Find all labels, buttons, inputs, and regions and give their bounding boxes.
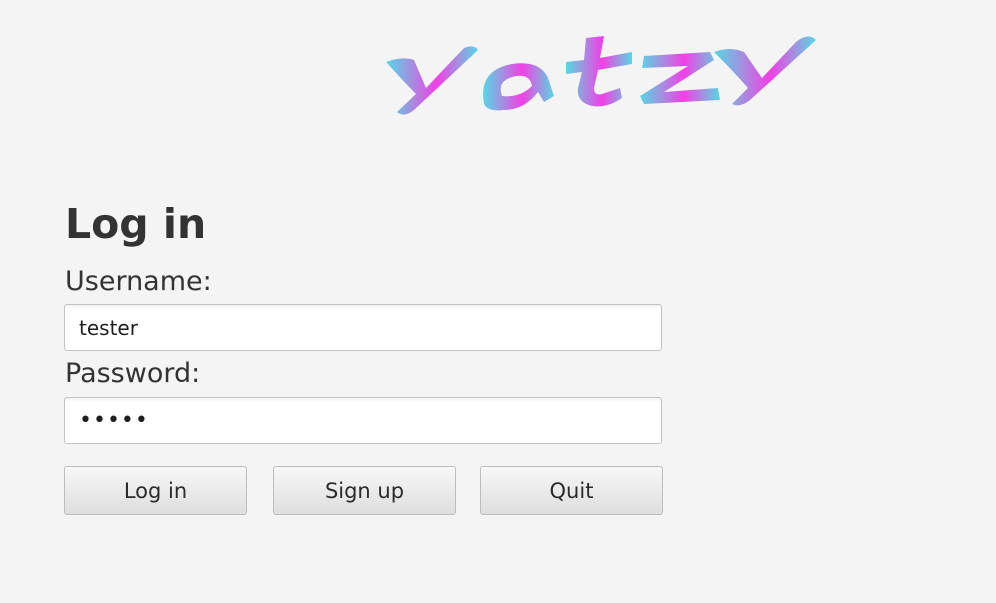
quit-button[interactable]: Quit	[480, 466, 663, 515]
username-field[interactable]	[64, 304, 662, 351]
yatzy-logo	[380, 30, 820, 120]
password-label: Password:	[65, 358, 201, 389]
login-button[interactable]: Log in	[64, 466, 247, 515]
signup-button[interactable]: Sign up	[273, 466, 456, 515]
username-label: Username:	[65, 266, 212, 297]
page-title: Log in	[65, 200, 207, 248]
password-field[interactable]	[64, 397, 662, 444]
